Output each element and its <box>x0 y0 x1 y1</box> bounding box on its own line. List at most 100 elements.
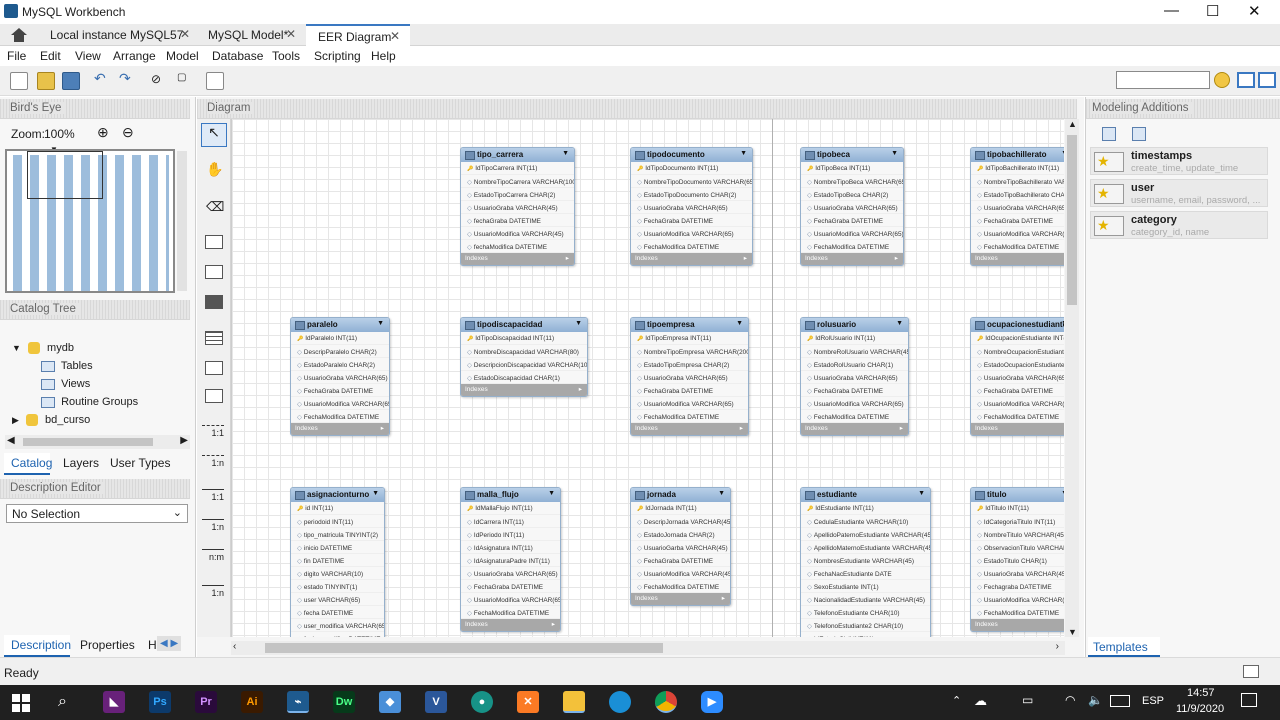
routine-tool-icon[interactable] <box>205 389 223 403</box>
collapse-icon[interactable]: ▼ <box>891 150 898 157</box>
entity-header[interactable]: jornada ▼ <box>631 488 730 502</box>
entity-column[interactable]: DescripcionDiscapacidad VARCHAR(100) <box>461 358 587 371</box>
entity-header[interactable]: estudiante ▼ <box>801 488 930 502</box>
entity-column[interactable]: FechaModifica DATETIME <box>291 410 389 423</box>
entity-column[interactable]: UsuarioGraba VARCHAR(65) <box>801 371 908 384</box>
entity-column[interactable]: EstadoTitulo CHAR(1) <box>971 554 1064 567</box>
snippet-toolbar-icon[interactable] <box>1102 127 1116 141</box>
entity-column[interactable]: NombreTipoDocumento VARCHAR(65) <box>631 175 752 188</box>
entity-column[interactable]: IdEstadoCivil INT(11) <box>801 632 930 637</box>
selection-dropdown[interactable]: No Selection ⌄ <box>6 504 188 523</box>
entity-column[interactable]: IdTipoBeca INT(11) <box>801 162 903 175</box>
entity-column[interactable]: FechaModifica DATETIME <box>971 606 1064 619</box>
entity-column[interactable]: FechaModifica DATETIME <box>801 410 908 423</box>
tab-description[interactable]: Description <box>4 635 71 657</box>
tab-user-types[interactable]: User Types <box>110 456 170 470</box>
volume-icon[interactable]: 🔈 <box>1088 693 1103 707</box>
entity-column[interactable]: TelefonoEstudiante2 CHAR(10) <box>801 619 930 632</box>
chrome-icon[interactable] <box>655 691 677 713</box>
entity-header[interactable]: tipodiscapacidad ▼ <box>461 318 587 332</box>
entity-indexes-section[interactable]: Indexes <box>801 423 908 435</box>
output-panel-icon[interactable] <box>1243 665 1259 678</box>
note-tool-icon[interactable] <box>205 265 223 279</box>
entity-indexes-section[interactable]: Indexes <box>461 253 574 265</box>
close-tab-icon[interactable]: ✕ <box>286 27 296 41</box>
snippet-category[interactable]: ★ category category_id, name <box>1090 211 1268 239</box>
new-diagram-icon[interactable] <box>206 72 224 90</box>
collapse-icon[interactable]: ▼ <box>740 150 747 157</box>
tree-item-bd-curso[interactable]: ▶ bd_curso <box>12 414 90 427</box>
entity-table-paralelo[interactable]: paralelo ▼ IdParalelo INT(11)DescripParale… <box>290 317 390 436</box>
menu-model[interactable]: Model <box>166 49 199 63</box>
entity-column[interactable]: fin DATETIME <box>291 554 384 567</box>
collapse-icon[interactable]: ▼ <box>718 490 725 497</box>
entity-column[interactable]: UsuarioGraba VARCHAR(45) <box>971 567 1064 580</box>
entity-column[interactable]: UsuarioModifica VARCHAR(45) <box>461 227 574 240</box>
menu-scripting[interactable]: Scripting <box>314 49 361 63</box>
expand-icon[interactable]: ▼ <box>12 343 21 353</box>
collapse-icon[interactable]: ▼ <box>1061 490 1064 497</box>
collapse-icon[interactable]: ▼ <box>562 150 569 157</box>
birds-eye-minimap[interactable] <box>5 149 175 293</box>
diagram-canvas[interactable]: tipo_carrera▼IdTipoCarrera INT(11)Nombre… <box>231 119 1064 637</box>
entity-column[interactable]: FechaGraba DATETIME <box>631 384 748 397</box>
entity-column[interactable]: ApellidoMaternoEstudiante VARCHAR(45) <box>801 541 930 554</box>
clock-time[interactable]: 14:57 <box>1187 687 1215 699</box>
collapse-icon[interactable]: ▼ <box>377 320 384 327</box>
entity-column[interactable]: IdAsignatura INT(11) <box>461 541 560 554</box>
entity-column[interactable]: FechaGraba DATETIME <box>631 554 730 567</box>
entity-column[interactable]: estado TINYINT(1) <box>291 580 384 593</box>
wifi-icon[interactable]: ◠ <box>1065 693 1075 707</box>
entity-column[interactable]: IdTipoCarrera INT(11) <box>461 162 574 175</box>
search-input[interactable] <box>1116 71 1210 89</box>
undo-icon[interactable]: ↶ <box>94 70 112 88</box>
menu-edit[interactable]: Edit <box>40 49 61 63</box>
entity-column[interactable]: fechaGraba DATETIME <box>461 214 574 227</box>
entity-column[interactable]: user VARCHAR(65) <box>291 593 384 606</box>
entity-indexes-section[interactable]: Indexes <box>631 253 752 265</box>
entity-column[interactable]: EstadoRolUsuario CHAR(1) <box>801 358 908 371</box>
tree-item-tables[interactable]: Tables <box>41 360 93 372</box>
clock-date[interactable]: 11/9/2020 <box>1176 703 1224 715</box>
view-tool-icon[interactable] <box>205 361 223 375</box>
entity-column[interactable]: IdJornada INT(11) <box>631 502 730 515</box>
toggle-grid-icon[interactable]: ⊘ <box>151 72 169 90</box>
eraser-tool-icon[interactable]: ⌫ <box>206 199 224 215</box>
redo-icon[interactable]: ↷ <box>119 70 137 88</box>
entity-indexes-section[interactable]: Indexes <box>971 423 1064 435</box>
tab-layers[interactable]: Layers <box>63 456 99 470</box>
entity-indexes-section[interactable]: Indexes <box>631 593 730 605</box>
entity-column[interactable]: NacionalidadEstudiante VARCHAR(45) <box>801 593 930 606</box>
new-file-icon[interactable] <box>10 72 28 90</box>
vertical-scrollbar[interactable]: ▲ ▼ <box>1065 119 1079 637</box>
entity-indexes-section[interactable]: Indexes <box>461 619 560 631</box>
entity-column[interactable]: IdCarrera INT(11) <box>461 515 560 528</box>
entity-column[interactable]: UsuarioGraba VARCHAR(45) <box>461 201 574 214</box>
relationship-existing-columns-tool-icon[interactable]: 1:n <box>202 585 224 598</box>
entity-column[interactable]: SexoEstudiante INT(1) <box>801 580 930 593</box>
entity-table-ocupacionestudiante[interactable]: ocupacionestudiante▼IdOcupacionEstudiant… <box>970 317 1064 436</box>
entity-column[interactable]: FechaGraba DATETIME <box>631 214 752 227</box>
entity-column[interactable]: UsuarioModifica VARCHAR(65) <box>971 227 1064 240</box>
snippet-table-icon[interactable] <box>1132 127 1146 141</box>
entity-table-tipobeca[interactable]: tipobeca ▼ IdTipoBeca INT(11)NombreTipoBec… <box>800 147 904 266</box>
entity-column[interactable]: EstadoTipoCarrera CHAR(2) <box>461 188 574 201</box>
expand-icon[interactable]: ▶ <box>12 415 19 425</box>
tree-item-mydb[interactable]: ▼ mydb <box>12 342 74 355</box>
close-tab-icon[interactable]: ✕ <box>390 29 400 43</box>
illustrator-icon[interactable]: Ai <box>241 691 263 713</box>
entity-column[interactable]: UsuarioModifica VARCHAR(45) <box>971 593 1064 606</box>
zoom-out-icon[interactable]: ⊖ <box>122 124 134 141</box>
maximize-icon[interactable]: ☐ <box>1206 2 1219 20</box>
entity-column[interactable]: FechaModifica DATETIME <box>631 410 748 423</box>
snippet-user[interactable]: ★ user username, email, password, ... <box>1090 179 1268 207</box>
image-tool-icon[interactable] <box>205 295 223 309</box>
onedrive-icon[interactable]: ☁ <box>974 693 987 709</box>
entity-column[interactable]: NombreTipoBeca VARCHAR(65) <box>801 175 903 188</box>
minimize-icon[interactable]: — <box>1164 2 1179 19</box>
entity-column[interactable]: NombreTipoCarrera VARCHAR(100) <box>461 175 574 188</box>
entity-column[interactable]: UsuarioModifica VARCHAR(65) <box>461 593 560 606</box>
tab-history[interactable]: H <box>148 638 157 652</box>
entity-column[interactable]: fechaModifica DATETIME <box>461 240 574 253</box>
entity-column[interactable]: UsuarioGraba VARCHAR(65) <box>461 567 560 580</box>
